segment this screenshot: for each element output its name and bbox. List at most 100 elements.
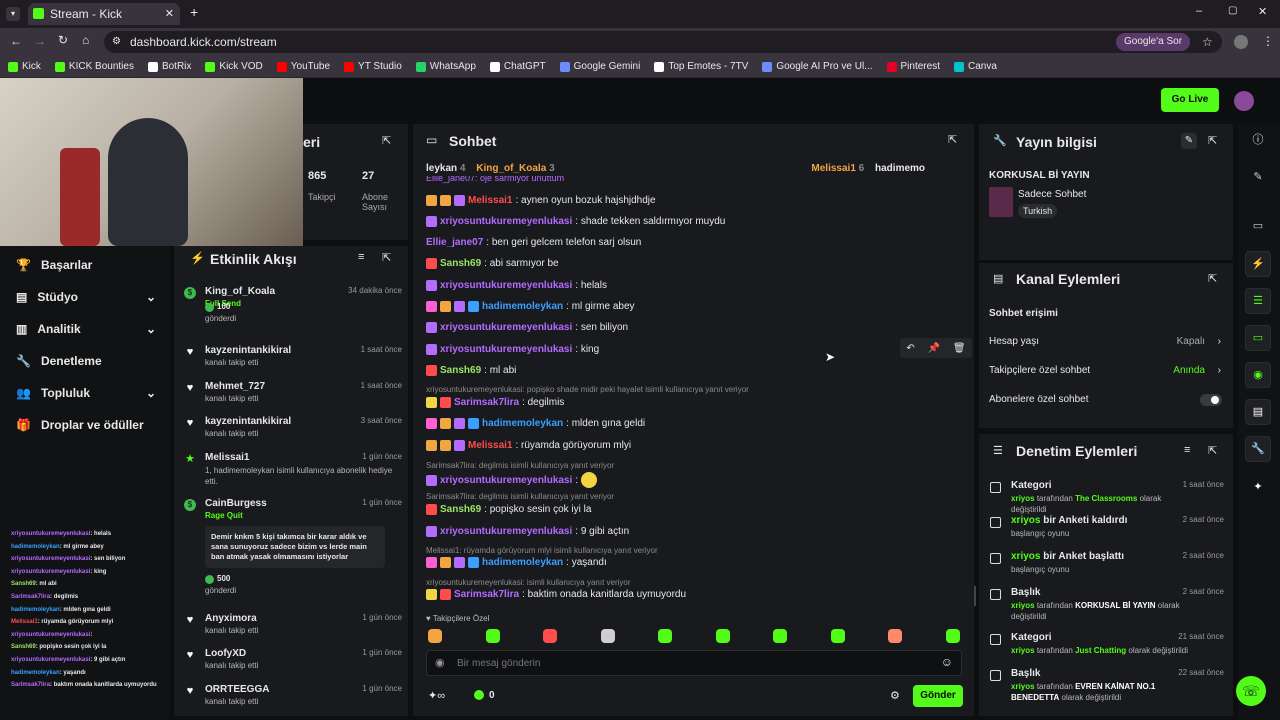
card-icon[interactable]: ▭ [1245, 214, 1271, 240]
tab-close-icon[interactable]: ✕ [165, 3, 174, 25]
bolt-icon[interactable]: ⚡ [1245, 251, 1271, 277]
chat-username[interactable]: xriyosuntukuremeyenlukasi [440, 475, 572, 486]
broadcast-icon[interactable]: ◉ [1245, 362, 1271, 388]
activity-name[interactable]: Anyximora [205, 613, 257, 624]
chat-settings-icon[interactable]: ◉ [435, 656, 445, 669]
bookmark-item[interactable]: Kick VOD [205, 61, 263, 72]
emoji-icon[interactable]: ☺ [941, 655, 953, 669]
activity-name[interactable]: LoofyXD [205, 648, 246, 659]
google-ask-button[interactable]: Google'a Sor [1116, 33, 1191, 51]
popout-icon[interactable]: ⇱ [382, 251, 391, 264]
sidebar-item-analytics[interactable]: ▥ Analitik ⌄ [16, 322, 156, 336]
bookmark-item[interactable]: Google AI Pro ve Ul... [762, 61, 873, 72]
activity-name[interactable]: Mehmet_727 [205, 381, 265, 392]
chat-username[interactable]: Sarimsak7lira [454, 589, 519, 600]
chat-username[interactable]: Melissai1 [468, 440, 512, 451]
wrench-icon[interactable]: 🔧 [1245, 436, 1271, 462]
sidebar-item-community[interactable]: 👥 Topluluk ⌄ [16, 386, 156, 400]
sidebar-item-studio[interactable]: ▤ Stüdyo ⌄ [16, 290, 156, 304]
chat-username[interactable]: Sansh69 [440, 365, 481, 376]
filter-icon[interactable]: ≡ [1184, 444, 1190, 456]
chat-username[interactable]: hadimemoleykan [482, 301, 563, 312]
account-age-row[interactable]: Hesap yaşı Kapalı › [989, 336, 1223, 347]
activity-name[interactable]: kayzenintankikiral [205, 345, 291, 356]
popout-icon[interactable]: ⇱ [1208, 272, 1217, 285]
delete-icon[interactable]: 🗑 [953, 343, 966, 354]
bookmark-item[interactable]: ChatGPT [489, 61, 546, 72]
list-icon[interactable]: ☰ [1245, 288, 1271, 314]
emote-icon[interactable] [600, 629, 615, 643]
chat-username[interactable]: Sansh69 [440, 258, 481, 269]
popout-icon[interactable]: ⇱ [948, 133, 957, 146]
reply-icon[interactable]: ↶ [906, 343, 914, 354]
activity-name[interactable]: ORRTEEGGA [205, 684, 269, 695]
home-icon[interactable]: ⌂ [82, 33, 89, 47]
bookmark-item[interactable]: Top Emotes - 7TV [654, 61, 748, 72]
bookmark-item[interactable]: BotRix [147, 61, 191, 72]
emote-icon[interactable] [428, 629, 442, 643]
chat-username[interactable]: xriyosuntukuremeyenlukasi [440, 216, 572, 227]
chat-username[interactable]: hadimemoleykan [482, 418, 563, 429]
maximize-icon[interactable]: ▢ [1228, 5, 1237, 16]
chat-username[interactable]: xriyosuntukuremeyenlukasi [440, 280, 572, 291]
followers-only-row[interactable]: Takipçilere özel sohbet Anında › [989, 365, 1223, 376]
emote-icon[interactable] [715, 629, 730, 643]
support-icon[interactable]: ☏ [1236, 676, 1266, 706]
activity-name[interactable]: King_of_Koala [205, 286, 275, 297]
bookmark-item[interactable]: Canva [953, 61, 997, 72]
site-info-icon[interactable]: ⚙ [112, 31, 121, 53]
address-bar[interactable]: ⚙ dashboard.kick.com/stream Google'a Sor… [104, 31, 1222, 53]
chat-username[interactable]: Sansh69 [440, 504, 481, 515]
panel-icon[interactable]: ▤ [1245, 399, 1271, 425]
bookmark-item[interactable]: YouTube [276, 61, 330, 72]
popout-icon[interactable]: ⇱ [382, 134, 391, 147]
edit-icon[interactable]: ✎ [1245, 165, 1271, 191]
back-icon[interactable]: ← [10, 34, 22, 48]
chat-icon[interactable]: ▭ [1245, 325, 1271, 351]
activity-name[interactable]: Melissai1 [205, 452, 249, 463]
chat-gear-icon[interactable]: ⚙ [890, 689, 900, 702]
info-icon[interactable]: ⓘ [1245, 128, 1271, 154]
chat-username[interactable]: Melissai1 [468, 195, 512, 206]
browser-menu-icon[interactable]: ⋮ [1262, 34, 1274, 48]
tab-list-icon[interactable]: ▾ [6, 7, 20, 21]
edit-icon[interactable]: ✎ [1181, 133, 1197, 149]
activity-name[interactable]: CainBurgess [205, 498, 267, 509]
emote-icon[interactable] [888, 629, 902, 643]
send-button[interactable]: Gönder [913, 685, 963, 707]
forward-icon[interactable]: → [34, 34, 46, 48]
emote-icon[interactable] [485, 629, 500, 643]
chat-username[interactable]: hadimemoleykan [482, 557, 563, 568]
points-icon[interactable]: ✦ [1245, 475, 1271, 501]
go-live-button[interactable]: Go Live [1161, 88, 1219, 112]
emote-icon[interactable] [543, 629, 557, 643]
bookmark-item[interactable]: Google Gemini [559, 61, 640, 72]
emote-icon[interactable] [773, 629, 787, 643]
bookmark-item[interactable]: YT Studio [344, 61, 402, 72]
profile-avatar[interactable] [1234, 35, 1248, 49]
chat-username[interactable]: Sarimsak7lira [454, 397, 519, 408]
subscribers-only-toggle[interactable] [1200, 394, 1222, 406]
new-tab-icon[interactable]: + [190, 4, 198, 20]
chat-username[interactable]: xriyosuntukuremeyenlukasi [440, 344, 572, 355]
chat-username[interactable]: Ellie_jane07 [426, 237, 483, 248]
emote-icon[interactable] [830, 629, 845, 643]
popout-icon[interactable]: ⇱ [1208, 444, 1217, 457]
browser-tab[interactable]: Stream - Kick Dashboard ✕ [28, 3, 180, 43]
bookmark-item[interactable]: Pinterest [886, 61, 940, 72]
bookmark-item[interactable]: KICK Bounties [54, 61, 134, 72]
close-window-icon[interactable]: ✕ [1258, 5, 1267, 18]
chat-scrollbar[interactable] [974, 586, 976, 606]
pin-icon[interactable]: 📌 [928, 343, 940, 354]
user-avatar[interactable] [1234, 91, 1254, 111]
reload-icon[interactable]: ↻ [58, 33, 68, 47]
sidebar-item-achievements[interactable]: 🏆 Başarılar [16, 258, 92, 272]
filter-icon[interactable]: ≡ [358, 251, 364, 263]
bookmark-item[interactable]: Kick [8, 61, 41, 72]
chat-input[interactable]: ◉ Bir mesaj gönderin ☺ [426, 650, 962, 676]
emote-icon[interactable] [658, 629, 672, 643]
bookmark-item[interactable]: WhatsApp [415, 61, 476, 72]
chat-username[interactable]: xriyosuntukuremeyenlukasi [440, 526, 572, 537]
activity-name[interactable]: kayzenintankikiral [205, 416, 291, 427]
chat-username[interactable]: xriyosuntukuremeyenlukasi [440, 322, 572, 333]
